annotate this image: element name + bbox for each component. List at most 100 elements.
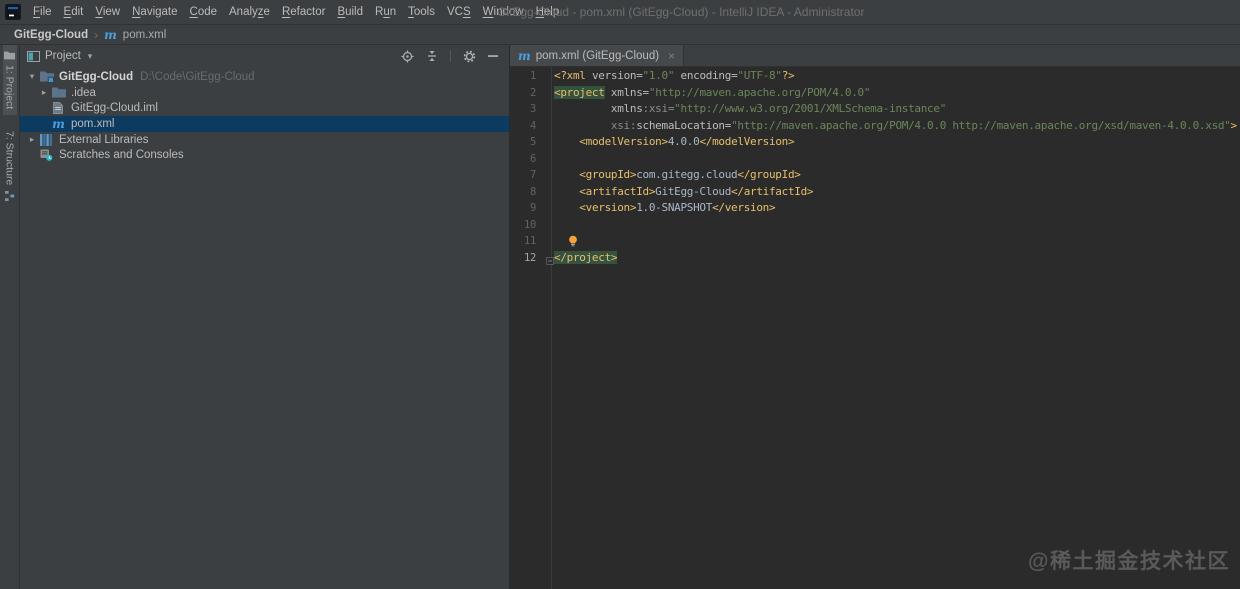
chevron-right-icon: › <box>94 30 98 40</box>
tree-item-label: .idea <box>71 87 96 99</box>
project-tool-icon <box>4 51 15 60</box>
divider <box>450 50 451 62</box>
menu-code[interactable]: Code <box>184 1 224 24</box>
line-number: 5 <box>510 134 551 151</box>
tree-item-gitegg-cloud[interactable]: ▾ GitEgg-Cloud D:\Code\GitEgg-Cloud <box>20 69 509 85</box>
tree-item-label: Scratches and Consoles <box>59 149 184 161</box>
watermark: @稀土掘金技术社区 <box>1028 545 1230 575</box>
folder-icon <box>50 87 67 98</box>
tool-window-label: 7: Structure <box>4 131 16 185</box>
project-panel: Project ▾ ▾ GitEgg-Cloud D:\Code\GitEgg-Cl… <box>20 45 510 589</box>
structure-tool-icon <box>5 191 15 201</box>
code-line-5: 5 <modelVersion>4.0.0</modelVersion> <box>510 134 1240 151</box>
line-number: 4 <box>510 118 551 135</box>
code-line-text: </project> <box>551 250 617 267</box>
code-editor[interactable]: 1<?xml version="1.0" encoding="UTF-8"?>2… <box>510 67 1240 589</box>
expander-icon[interactable]: ▸ <box>38 87 50 98</box>
code-line-4: 4 xsi:schemaLocation="http://maven.apach… <box>510 118 1240 135</box>
code-line-1: 1<?xml version="1.0" encoding="UTF-8"?> <box>510 68 1240 85</box>
chevron-down-icon[interactable]: ▾ <box>88 51 93 62</box>
code-line-9: 9 <version>1.0-SNAPSHOT</version> <box>510 200 1240 217</box>
expander-icon[interactable]: ▸ <box>26 134 38 145</box>
tool-window-button-project[interactable]: 1: Project <box>3 45 17 115</box>
menu-run[interactable]: Run <box>369 1 402 24</box>
project-panel-title[interactable]: Project <box>45 50 81 62</box>
editor-tab-bar: m pom.xml (GitEgg-Cloud) × <box>510 45 1240 67</box>
code-line-text: <project xmlns="http://maven.apache.org/… <box>551 85 870 102</box>
code-line-2: 2<project xmlns="http://maven.apache.org… <box>510 85 1240 102</box>
code-line-3: 3 xmlns:xsi="http://www.w3.org/2001/XMLS… <box>510 101 1240 118</box>
code-line-12: 12</project> <box>510 250 1240 267</box>
code-line-7: 7 <groupId>com.gitegg.cloud</groupId> <box>510 167 1240 184</box>
line-number: 7 <box>510 167 551 184</box>
line-number: 2 <box>510 85 551 102</box>
maven-file-icon: m <box>518 51 531 61</box>
code-line-text: <version>1.0-SNAPSHOT</version> <box>551 200 775 217</box>
line-number: 6 <box>510 151 551 168</box>
tree-item-pom-xml[interactable]: m pom.xml <box>20 116 509 132</box>
intellij-window: FileEditViewNavigateCodeAnalyzeRefactorB… <box>0 0 1240 589</box>
code-line-10: 10 <box>510 217 1240 234</box>
editor-tab-pom-xml[interactable]: m pom.xml (GitEgg-Cloud) × <box>510 45 684 66</box>
scratches-icon <box>38 149 55 161</box>
menu-file[interactable]: File <box>27 1 58 24</box>
tree-item-label: pom.xml <box>71 118 114 130</box>
intellij-logo-icon <box>5 4 21 20</box>
line-number: 9 <box>510 200 551 217</box>
breadcrumb-file[interactable]: pom.xml <box>123 29 166 41</box>
close-icon[interactable]: × <box>668 49 675 63</box>
expander-icon[interactable]: ▾ <box>26 71 38 82</box>
menu-build[interactable]: Build <box>331 1 369 24</box>
menu-refactor[interactable]: Refactor <box>276 1 331 24</box>
code-line-text: xmlns:xsi="http://www.w3.org/2001/XMLSch… <box>551 101 946 118</box>
code-line-text: <modelVersion>4.0.0</modelVersion> <box>551 134 794 151</box>
tree-item-idea[interactable]: ▸ .idea <box>20 85 509 101</box>
menu-navigate[interactable]: Navigate <box>126 1 183 24</box>
tree-item-path: D:\Code\GitEgg-Cloud <box>140 71 254 83</box>
settings-gear-icon[interactable] <box>463 50 476 63</box>
menu-vcs[interactable]: VCS <box>441 1 477 24</box>
code-line-text: xsi:schemaLocation="http://maven.apache.… <box>551 118 1237 135</box>
tree-item-external-libraries[interactable]: ▸ External Libraries <box>20 132 509 148</box>
code-line-8: 8 <artifactId>GitEgg-Cloud</artifactId> <box>510 184 1240 201</box>
code-line-text <box>551 233 554 250</box>
breadcrumb-project[interactable]: GitEgg-Cloud <box>14 29 88 41</box>
project-panel-actions <box>401 50 509 63</box>
code-line-text: <groupId>com.gitegg.cloud</groupId> <box>551 167 801 184</box>
collapse-all-icon[interactable] <box>426 50 438 62</box>
maven-file-icon: m <box>50 119 67 129</box>
fold-marker-icon[interactable] <box>546 254 554 271</box>
tree-item-gitegg-cloud-iml[interactable]: GitEgg-Cloud.iml <box>20 100 509 116</box>
iml-file-icon <box>50 102 67 114</box>
line-number: 10 <box>510 217 551 234</box>
breadcrumb: GitEgg-Cloud › m pom.xml <box>0 25 1240 45</box>
code-line-text: <artifactId>GitEgg-Cloud</artifactId> <box>551 184 813 201</box>
tree-item-scratches-and-consoles[interactable]: Scratches and Consoles <box>20 147 509 163</box>
code-line-text: <?xml version="1.0" encoding="UTF-8"?> <box>551 68 794 85</box>
code-line-6: 6 <box>510 151 1240 168</box>
line-number: 11 <box>510 233 551 250</box>
editor: m pom.xml (GitEgg-Cloud) × 1<?xml versio… <box>510 45 1240 589</box>
line-number: 1 <box>510 68 551 85</box>
locate-icon[interactable] <box>401 50 414 63</box>
tree-item-label: GitEgg-Cloud <box>59 71 133 83</box>
title-bar: FileEditViewNavigateCodeAnalyzeRefactorB… <box>0 0 1240 25</box>
menu-analyze[interactable]: Analyze <box>223 1 276 24</box>
menu-view[interactable]: View <box>89 1 126 24</box>
tree-item-label: External Libraries <box>59 134 148 146</box>
libraries-icon <box>38 134 55 146</box>
maven-file-icon: m <box>104 30 117 40</box>
window-title: GitEgg-Cloud - pom.xml (GitEgg-Cloud) - … <box>497 0 864 24</box>
line-number: 12 <box>510 250 551 267</box>
code-line-11: 11 <box>510 233 1240 250</box>
project-tree: ▾ GitEgg-Cloud D:\Code\GitEgg-Cloud ▸ .ideaG… <box>20 67 509 163</box>
menu-tools[interactable]: Tools <box>402 1 441 24</box>
hide-icon[interactable] <box>488 50 499 62</box>
editor-tab-label: pom.xml (GitEgg-Cloud) <box>536 50 659 62</box>
code-line-text <box>551 151 554 168</box>
tool-window-button-structure[interactable]: 7: Structure <box>3 125 17 206</box>
menu-edit[interactable]: Edit <box>58 1 90 24</box>
tool-window-stripe: 1: Project 7: Structure <box>0 45 20 589</box>
line-number: 8 <box>510 184 551 201</box>
folder-project-icon <box>38 71 55 83</box>
